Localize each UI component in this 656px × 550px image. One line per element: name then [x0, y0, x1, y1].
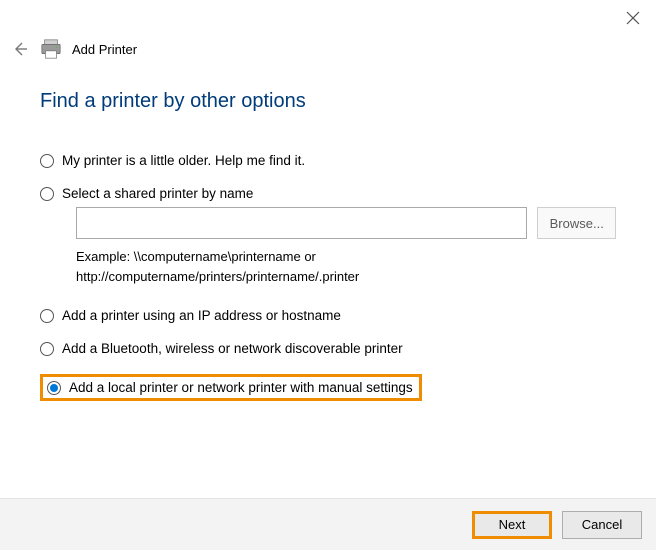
- example-line-1: Example: \\computername\printername or: [76, 249, 316, 264]
- option-shared-printer[interactable]: Select a shared printer by name: [40, 186, 616, 201]
- example-text: Example: \\computername\printername or h…: [76, 247, 616, 286]
- browse-button[interactable]: Browse...: [537, 207, 616, 239]
- next-button[interactable]: Next: [472, 511, 552, 539]
- dialog-footer: Next Cancel: [0, 498, 656, 550]
- option-manual-settings[interactable]: Add a local printer or network printer w…: [40, 374, 422, 401]
- radio-icon[interactable]: [40, 309, 54, 323]
- option-label: My printer is a little older. Help me fi…: [62, 153, 305, 168]
- close-icon[interactable]: [626, 11, 640, 25]
- back-arrow-icon[interactable]: [10, 39, 30, 59]
- option-label: Add a Bluetooth, wireless or network dis…: [62, 341, 403, 356]
- option-label: Add a printer using an IP address or hos…: [62, 308, 341, 323]
- option-label: Add a local printer or network printer w…: [69, 380, 413, 395]
- radio-icon[interactable]: [47, 381, 61, 395]
- wizard-title: Add Printer: [72, 42, 137, 57]
- option-bluetooth-wireless[interactable]: Add a Bluetooth, wireless or network dis…: [40, 341, 616, 356]
- option-ip-address[interactable]: Add a printer using an IP address or hos…: [40, 308, 616, 323]
- radio-icon[interactable]: [40, 342, 54, 356]
- wizard-header: Add Printer: [0, 36, 656, 66]
- printer-icon: [40, 38, 62, 60]
- page-title: Find a printer by other options: [40, 90, 616, 113]
- option-older-printer[interactable]: My printer is a little older. Help me fi…: [40, 153, 616, 168]
- option-label: Select a shared printer by name: [62, 186, 253, 201]
- shared-printer-input[interactable]: [76, 207, 527, 239]
- radio-icon[interactable]: [40, 154, 54, 168]
- example-line-2: http://computername/printers/printername…: [76, 269, 359, 284]
- options-group: My printer is a little older. Help me fi…: [40, 153, 616, 401]
- cancel-button[interactable]: Cancel: [562, 511, 642, 539]
- radio-icon[interactable]: [40, 187, 54, 201]
